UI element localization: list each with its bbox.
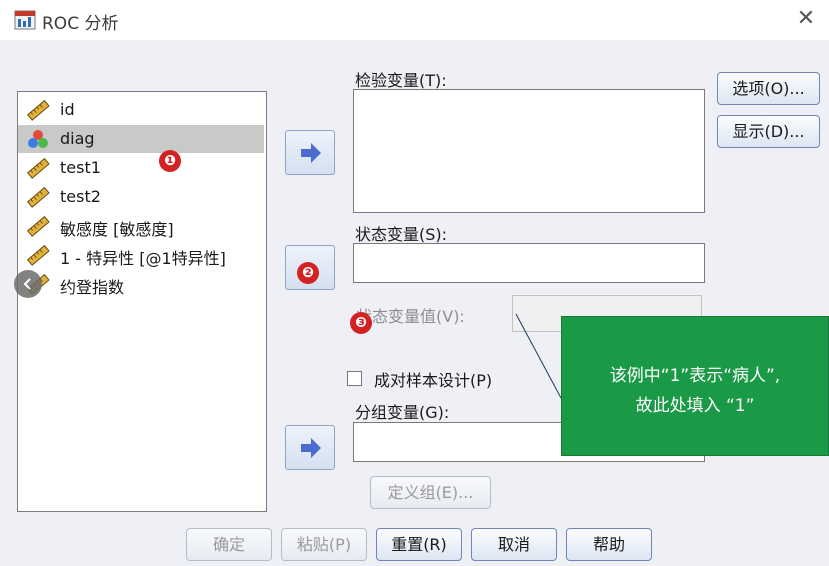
help-button[interactable]: 帮助 [566, 528, 652, 561]
callout-text-line-2: 故此处填入 “1” [635, 396, 755, 416]
paste-button[interactable]: 粘贴(P) [281, 528, 367, 561]
reset-button[interactable]: 重置(R) [376, 528, 462, 561]
annotation-callout: 该例中“1”表示“病人”, 故此处填入 “1” [561, 316, 829, 456]
ok-button[interactable]: 确定 [186, 528, 272, 561]
cancel-button[interactable]: 取消 [471, 528, 557, 561]
callout-connector [515, 313, 562, 399]
callout-text-line-1: 该例中“1”表示“病人”, [609, 366, 781, 386]
